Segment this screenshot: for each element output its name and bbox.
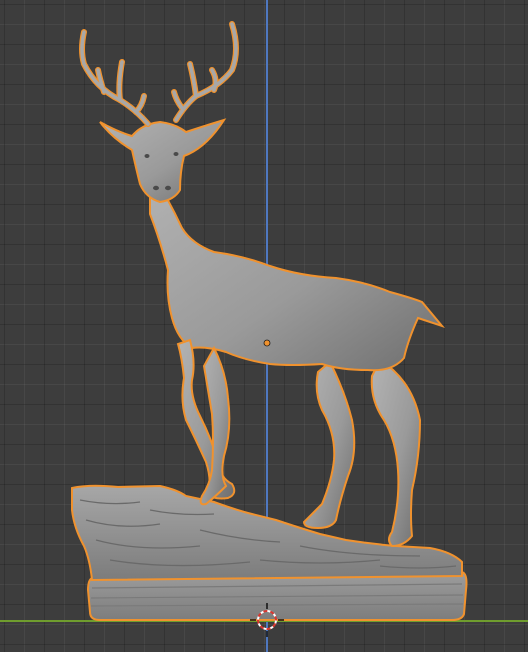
- deer-antlers-fill: [80, 22, 238, 126]
- deer-hind-legs: [302, 358, 422, 548]
- deer-statue-object[interactable]: [0, 0, 528, 652]
- object-origin-dot[interactable]: [263, 339, 271, 347]
- deer-front-legs: [176, 338, 236, 506]
- deer-body: [149, 166, 446, 372]
- deer-head: [99, 118, 227, 204]
- 3d-viewport[interactable]: [0, 0, 528, 652]
